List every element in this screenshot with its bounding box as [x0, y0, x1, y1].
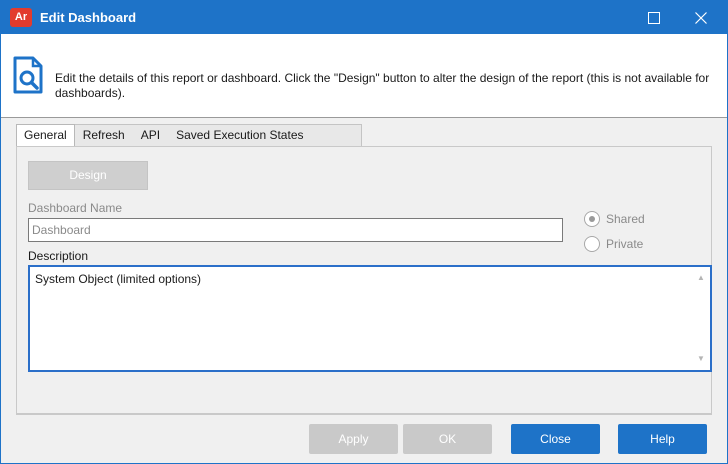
- close-button[interactable]: Close: [511, 424, 600, 454]
- scroll-down-icon[interactable]: ▼: [694, 352, 708, 366]
- title-bar[interactable]: Ar Edit Dashboard: [1, 1, 727, 34]
- close-icon: [695, 11, 707, 24]
- edit-dashboard-dialog: Ar Edit Dashboard Edit the details of th…: [0, 0, 728, 464]
- ok-button[interactable]: OK: [403, 424, 492, 454]
- private-radio-option[interactable]: Private: [584, 235, 643, 253]
- tab-api[interactable]: API: [133, 124, 168, 146]
- help-button[interactable]: Help: [618, 424, 707, 454]
- window-title: Edit Dashboard: [40, 10, 137, 25]
- dashboard-name-label: Dashboard Name: [28, 201, 123, 215]
- description-scrollbar[interactable]: ▲ ▼: [694, 269, 708, 368]
- description-textarea[interactable]: System Object (limited options) ▲ ▼: [28, 265, 712, 372]
- private-radio[interactable]: [584, 236, 600, 252]
- tab-bar: General Refresh API Saved Execution Stat…: [16, 124, 312, 146]
- tab-saved-execution-states[interactable]: Saved Execution States: [168, 124, 311, 146]
- shared-radio[interactable]: [584, 211, 600, 227]
- shared-label: Shared: [606, 212, 645, 226]
- shared-radio-option[interactable]: Shared: [584, 210, 645, 228]
- search-document-icon: [13, 56, 43, 94]
- header-description: Edit the details of this report or dashb…: [55, 71, 710, 100]
- dashboard-name-field[interactable]: Dashboard: [28, 218, 563, 242]
- description-label: Description: [28, 249, 89, 263]
- scroll-up-icon[interactable]: ▲: [694, 271, 708, 285]
- tab-refresh[interactable]: Refresh: [75, 124, 133, 146]
- app-logo-icon: Ar: [10, 8, 32, 27]
- panel-bottom-divider: [16, 414, 712, 415]
- close-window-button[interactable]: [678, 1, 724, 34]
- description-text: System Object (limited options): [35, 272, 202, 286]
- maximize-button[interactable]: [631, 1, 677, 34]
- apply-button[interactable]: Apply: [309, 424, 398, 454]
- tab-general[interactable]: General: [16, 124, 75, 146]
- maximize-icon: [648, 11, 660, 24]
- design-button[interactable]: Design: [28, 161, 148, 190]
- dialog-header: Edit the details of this report or dashb…: [1, 34, 727, 118]
- private-label: Private: [606, 237, 644, 251]
